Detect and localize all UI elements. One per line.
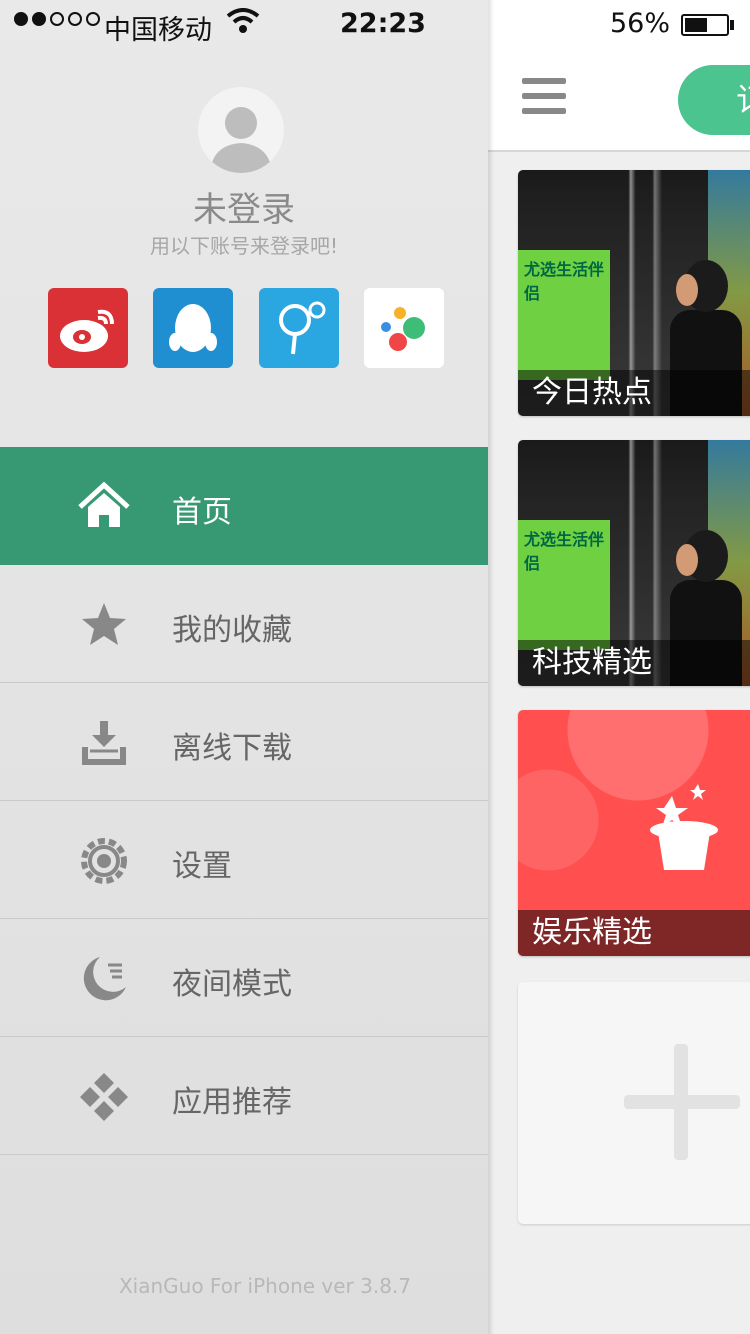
menu-item-home[interactable]: 首页 [0,447,488,565]
download-tray-icon [78,717,130,769]
star-icon [78,599,130,651]
menu-label-settings: 设置 [172,849,232,884]
menu-item-settings[interactable]: 设置 [0,801,488,919]
signal-strength-icon [14,12,100,26]
card-caption: 今日热点 [518,370,750,416]
card-caption: 科技精选 [518,640,750,686]
card-photo-face [676,544,698,576]
drawer-menu: 首页 我的收藏 离线下载 设置 夜间模式 应用推荐 [0,447,488,1155]
music-login-button[interactable] [259,288,339,368]
side-drawer: 中国移动 22:23 未登录 用以下账号来登录吧! 首页 我的收藏 离线下载 设… [0,0,488,1334]
menu-label-offline-download: 离线下载 [172,731,292,766]
status-bar: 中国移动 22:23 [0,0,488,50]
battery-icon [681,14,729,36]
menu-item-app-recommend[interactable]: 应用推荐 [0,1037,488,1155]
earphone-icon [279,301,326,355]
battery-percent: 56% [610,8,671,39]
menu-item-night-mode[interactable]: 夜间模式 [0,919,488,1037]
clock: 22:23 [340,8,426,39]
card-photo-sign: 尤选生活伴侣 [518,250,610,380]
magic-hat-icon [650,784,718,870]
add-channel-card[interactable] [518,982,750,1224]
login-status-title: 未登录 [193,190,295,230]
menu-item-favorites[interactable]: 我的收藏 [0,565,488,683]
channel-card-entertainment[interactable]: 娱乐精选 [518,710,750,956]
carrier-label: 中国移动 [104,15,212,46]
qq-penguin-icon [169,304,217,352]
top-nav-bar: 订 [488,50,750,152]
avatar[interactable] [198,87,284,173]
menu-hamburger-icon[interactable] [522,78,566,118]
menu-label-night-mode: 夜间模式 [172,967,292,1002]
home-icon [78,481,130,533]
menu-label-favorites: 我的收藏 [172,613,292,648]
menu-label-app-recommend: 应用推荐 [172,1085,292,1120]
version-label: XianGuo For iPhone ver 3.8.7 [118,1274,412,1298]
card-caption: 娱乐精选 [518,910,750,956]
subscribe-button[interactable]: 订 [678,65,750,135]
drawer-shadow [488,0,494,1334]
menu-item-offline-download[interactable]: 离线下载 [0,683,488,801]
wifi-icon [226,8,260,41]
colored-dots-icon [381,307,425,351]
card-photo-sign: 尤选生活伴侣 [518,520,610,650]
user-silhouette-icon [210,107,272,173]
weibo-icon [60,309,114,352]
moon-icon [78,953,130,1005]
weibo-login-button[interactable] [48,288,128,368]
plus-icon-bar [624,1095,740,1109]
channel-card-hot[interactable]: 尤选生活伴侣 今日热点 [518,170,750,416]
login-hint: 用以下账号来登录吧! [149,234,339,258]
qq-login-button[interactable] [153,288,233,368]
diamond-grid-icon [78,1071,130,1123]
gear-icon [78,835,130,887]
status-bar-right: 56% [488,0,750,50]
card-photo-face [676,274,698,306]
battery-tip [730,20,734,30]
menu-label-home: 首页 [172,495,232,530]
main-panel: 56% 订 尤选生活伴侣 今日热点 尤选生活伴侣 科技精选 娱乐精选 [488,0,750,1334]
channel-card-tech[interactable]: 尤选生活伴侣 科技精选 [518,440,750,686]
other-login-button[interactable] [364,288,444,368]
